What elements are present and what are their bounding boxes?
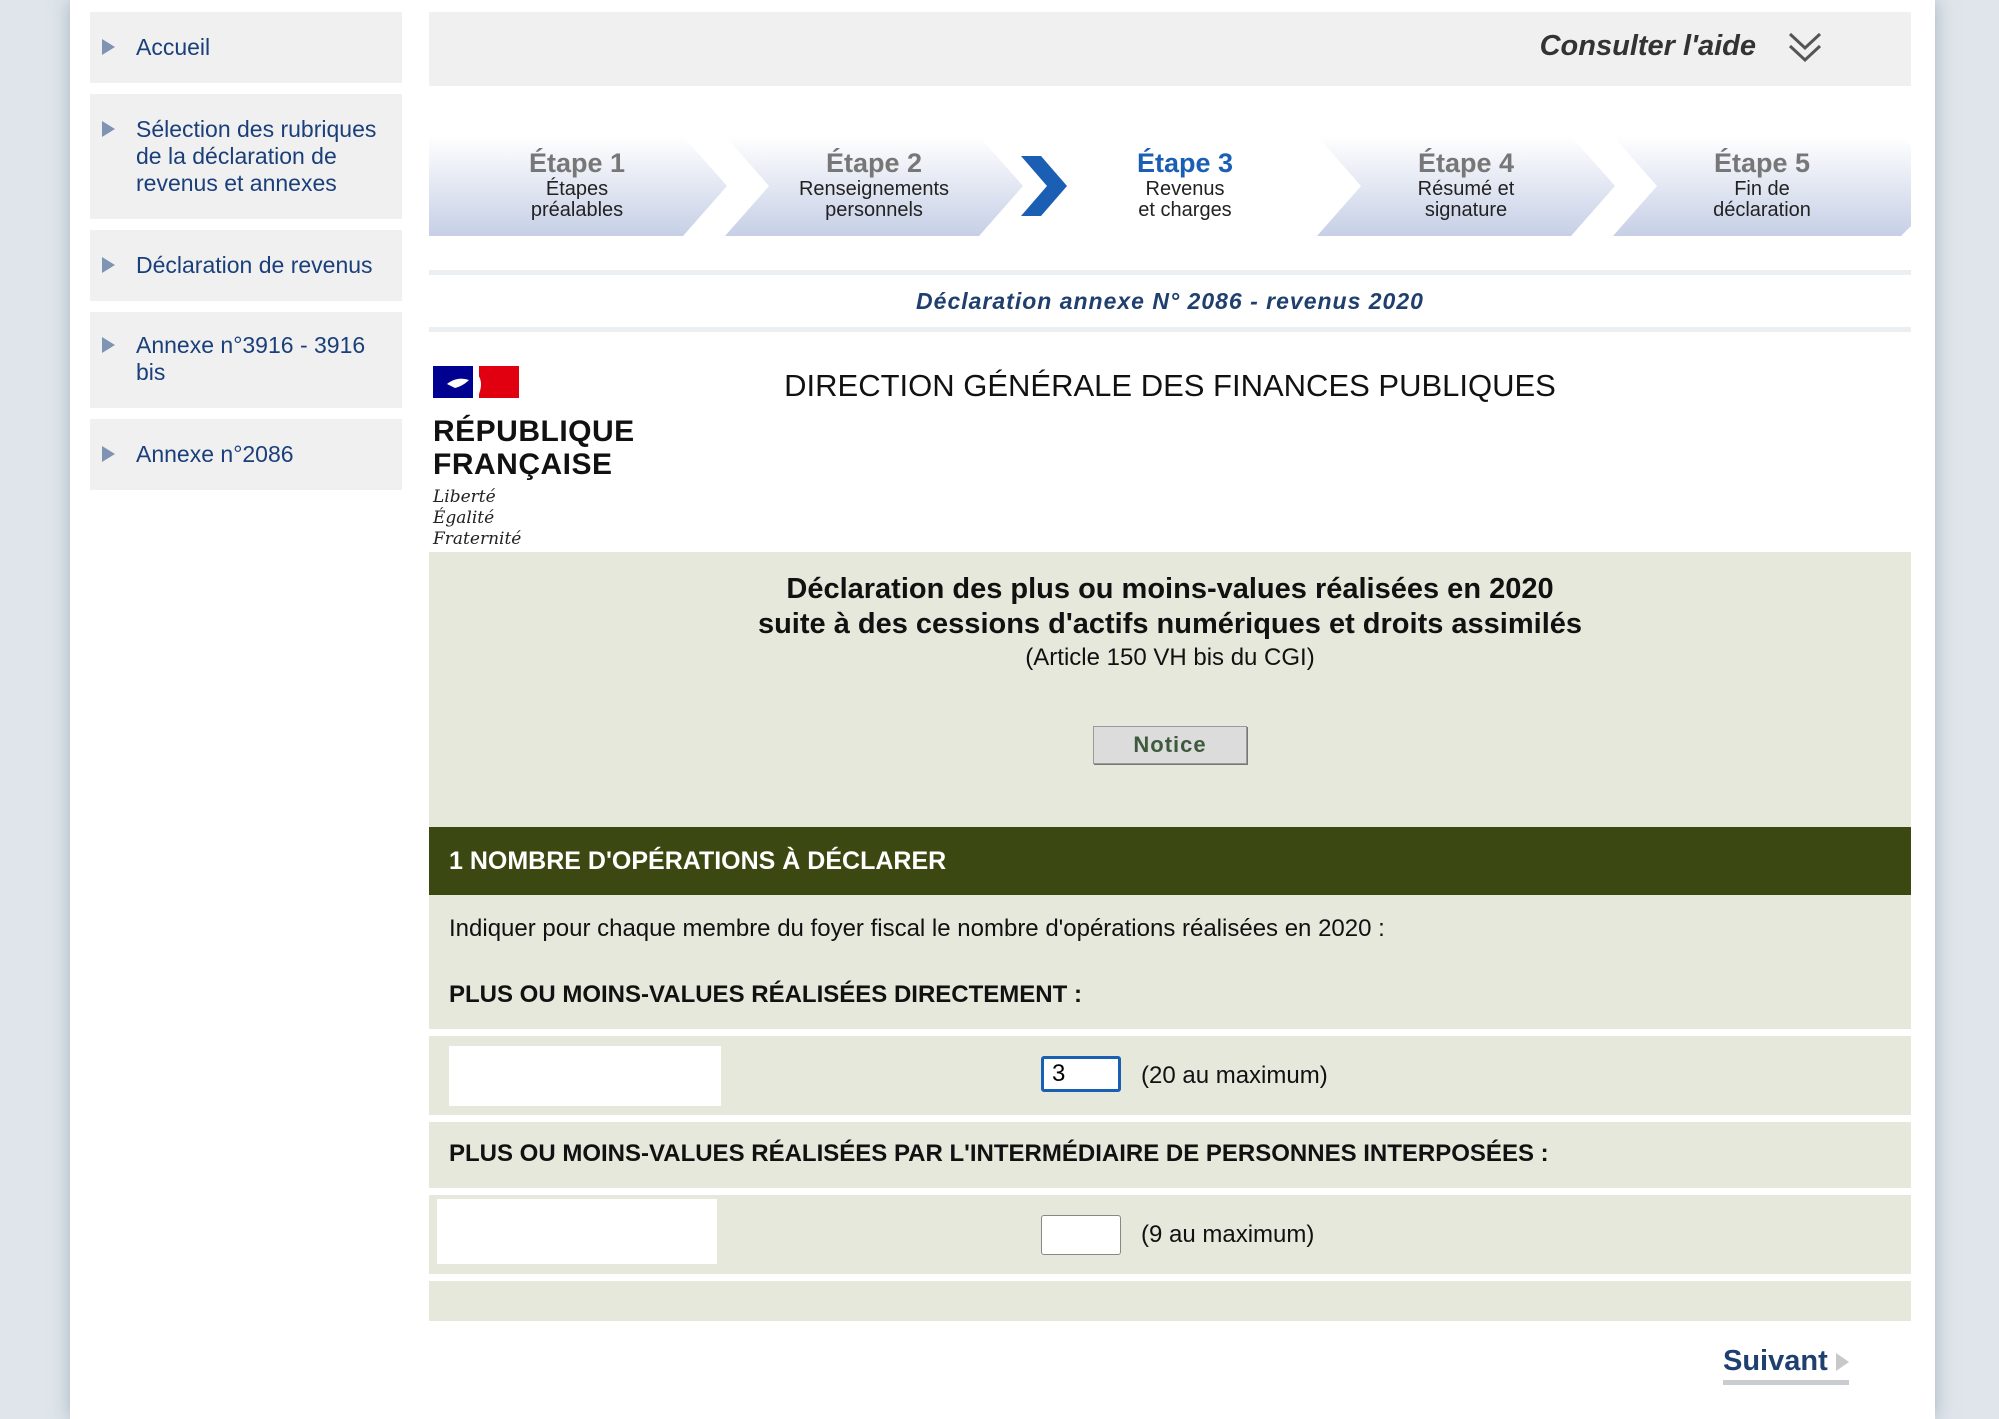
form-footer-band — [429, 1281, 1911, 1321]
interposed-max-label: (9 au maximum) — [1141, 1221, 1315, 1248]
motto-line: Liberté — [433, 487, 496, 507]
step-progress: Étape 1 Étapes préalables Étape 2 Rensei… — [429, 136, 1911, 236]
step-label: et charges — [1138, 199, 1232, 221]
step-number: Étape 3 — [1136, 148, 1234, 178]
logo-line: FRANÇAISE — [433, 448, 613, 481]
interposed-row: (9 au maximum) — [429, 1195, 1911, 1274]
member-label-box — [437, 1199, 717, 1264]
step-label: Fin de — [1734, 178, 1790, 200]
sidebar-item-annexe-3916[interactable]: Annexe n°3916 - 3916 bis — [90, 312, 402, 408]
logo-line: RÉPUBLIQUE — [433, 415, 635, 448]
next-label: Suivant — [1723, 1345, 1828, 1377]
motto-line: Fraternité — [433, 529, 522, 549]
sidebar-item-label: Déclaration de revenus — [136, 252, 373, 278]
step-label: Renseignements — [798, 178, 950, 200]
step-number: Étape 4 — [1417, 148, 1515, 178]
sidebar-item-label: Annexe n°2086 — [136, 441, 294, 467]
step-5: Étape 5 Fin de déclaration — [1613, 136, 1911, 236]
direct-heading: PLUS OU MOINS-VALUES RÉALISÉES DIRECTEME… — [429, 963, 1911, 1029]
form-title-line: suite à des cessions d'actifs numériques… — [757, 608, 1583, 640]
dgfip-title: DIRECTION GÉNÉRALE DES FINANCES PUBLIQUE… — [784, 368, 1556, 403]
interposed-operations-input[interactable] — [1041, 1215, 1121, 1255]
next-button[interactable]: Suivant — [1723, 1345, 1849, 1385]
sidebar-item-annexe-2086[interactable]: Annexe n°2086 — [90, 419, 402, 490]
step-label: préalables — [530, 199, 624, 221]
triangle-right-icon — [102, 446, 115, 462]
step-2: Étape 2 Renseignements personnels — [725, 136, 1023, 236]
triangle-right-icon — [102, 257, 115, 273]
direct-row: (20 au maximum) — [429, 1036, 1911, 1115]
step-label: personnels — [825, 199, 923, 221]
help-link[interactable]: Consulter l'aide — [1540, 30, 1756, 63]
triangle-right-icon — [102, 337, 115, 353]
direct-operations-input[interactable] — [1041, 1056, 1121, 1092]
step-number: Étape 1 — [528, 148, 626, 178]
step-4: Étape 4 Résumé et signature — [1317, 136, 1615, 236]
section-1-title: 1 NOMBRE D'OPÉRATIONS À DÉCLARER — [429, 827, 1911, 895]
sidebar-nav: Accueil Sélection des rubriques de la dé… — [90, 12, 402, 501]
step-3-current: Étape 3 Revenus et charges — [1021, 136, 1319, 236]
section-1-instruction: Indiquer pour chaque membre du foyer fis… — [429, 895, 1911, 963]
triangle-right-icon — [102, 39, 115, 55]
sidebar-item-label: Sélection des rubriques de la déclaratio… — [136, 116, 377, 196]
double-chevron-down-icon[interactable] — [1787, 30, 1823, 66]
triangle-right-icon — [102, 121, 115, 137]
notice-button[interactable]: Notice — [1093, 726, 1247, 764]
arrow-right-icon — [1835, 1353, 1849, 1372]
step-label: Étapes — [545, 178, 609, 200]
motto-line: Égalité — [433, 508, 495, 528]
sidebar-item-declaration-revenus[interactable]: Déclaration de revenus — [90, 230, 402, 301]
direct-max-label: (20 au maximum) — [1141, 1062, 1328, 1089]
step-label: Résumé et — [1417, 178, 1515, 200]
form-header: Déclaration des plus ou moins-values réa… — [429, 552, 1911, 827]
sidebar-item-label: Accueil — [136, 34, 211, 60]
sidebar-item-label: Annexe n°3916 - 3916 bis — [136, 332, 366, 385]
step-1: Étape 1 Étapes préalables — [429, 136, 727, 236]
sidebar-item-selection-rubriques[interactable]: Sélection des rubriques de la déclaratio… — [90, 94, 402, 219]
official-header: RÉPUBLIQUE FRANÇAISE Liberté Égalité Fra… — [429, 332, 1911, 552]
form-title-line: Déclaration des plus ou moins-values réa… — [786, 573, 1554, 605]
form-article: (Article 150 VH bis du CGI) — [1025, 644, 1315, 671]
main-content: Consulter l'aide Étape 1 Étapes préalabl… — [429, 12, 1911, 1321]
annex-title-bar: Déclaration annexe N° 2086 - revenus 202… — [429, 270, 1911, 332]
step-label: déclaration — [1713, 199, 1811, 221]
step-label: signature — [1424, 199, 1508, 221]
step-label: Revenus — [1145, 178, 1225, 200]
interposed-heading: PLUS OU MOINS-VALUES RÉALISÉES PAR L'INT… — [429, 1122, 1911, 1188]
member-label-box — [449, 1046, 721, 1106]
step-number: Étape 2 — [825, 148, 923, 178]
sidebar-item-accueil[interactable]: Accueil — [90, 12, 402, 83]
help-bar: Consulter l'aide — [429, 12, 1911, 86]
step-number: Étape 5 — [1713, 148, 1811, 178]
